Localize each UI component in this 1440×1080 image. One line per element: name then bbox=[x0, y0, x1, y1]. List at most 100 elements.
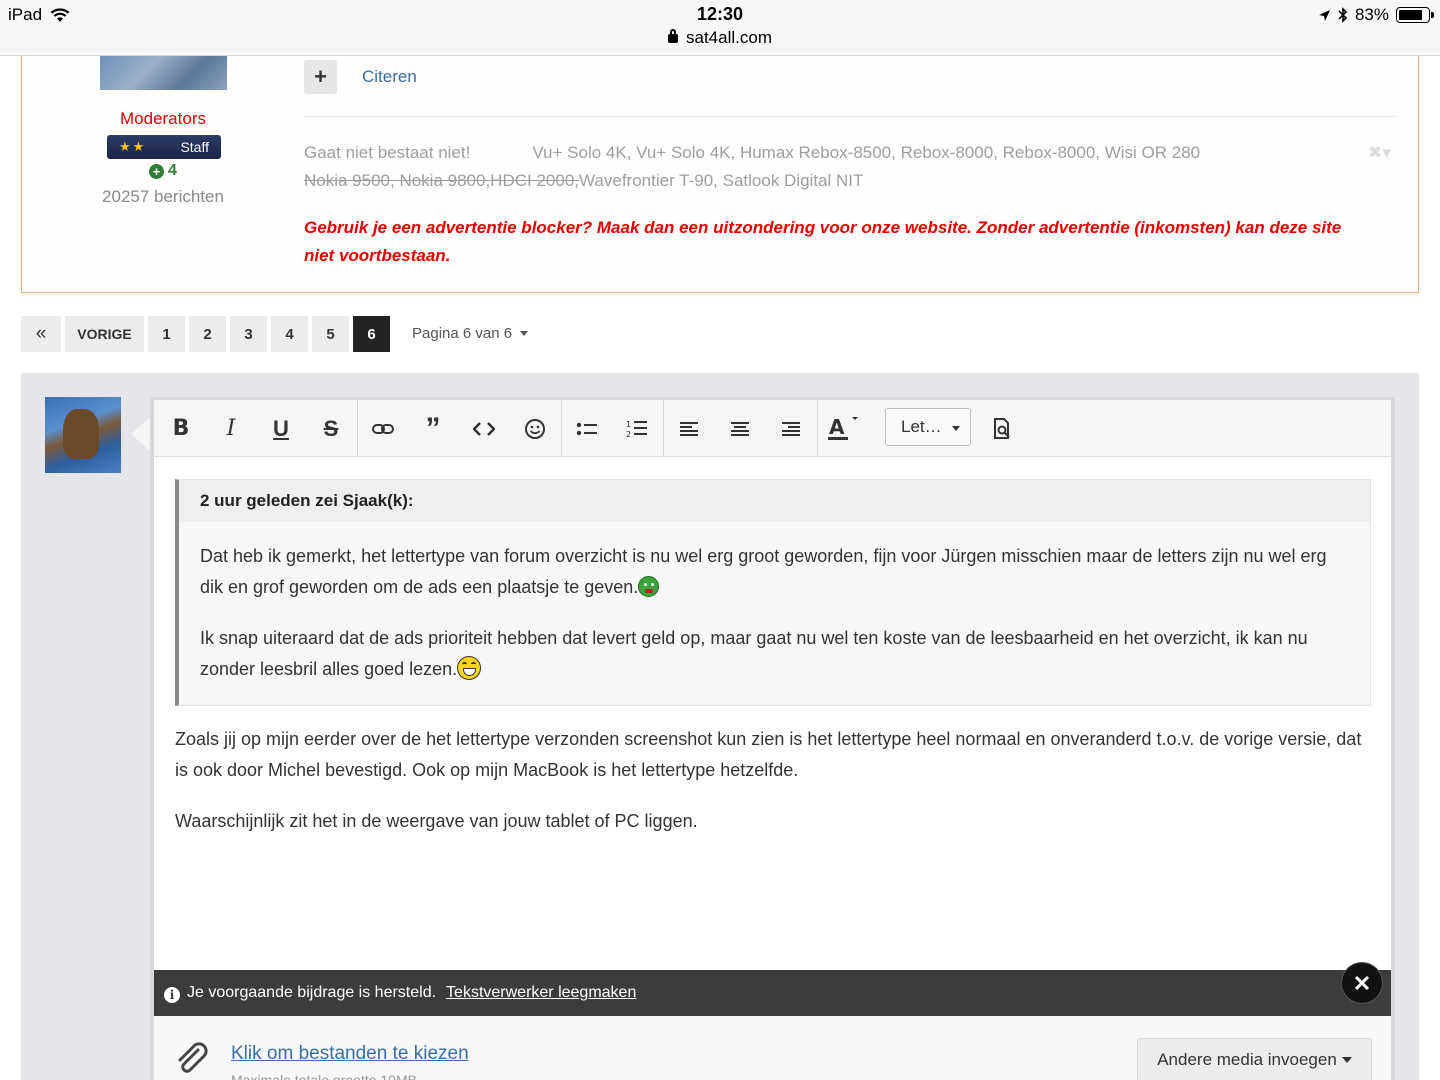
font-color-button[interactable]: A bbox=[818, 400, 868, 457]
insert-media-label: Andere media invoegen bbox=[1157, 1050, 1337, 1069]
editor-content[interactable]: 2 uur geleden zei Sjaak(k): Dat heb ik g… bbox=[154, 457, 1391, 972]
preview-icon bbox=[994, 417, 1010, 439]
signature-hide-icon[interactable]: ✖▾ bbox=[1368, 143, 1391, 163]
restore-notice-bar: i Je voorgaande bijdrage is hersteld. Teks… bbox=[154, 970, 1391, 1016]
clock: 12:30 bbox=[696, 4, 744, 24]
location-arrow-icon bbox=[1318, 9, 1330, 21]
paperclip-icon bbox=[178, 1042, 208, 1073]
author-photo[interactable] bbox=[100, 50, 227, 90]
choose-files-link[interactable]: Klik om bestanden te kiezen bbox=[231, 1043, 469, 1065]
attachment-area: Klik om bestanden te kiezen Maximale tot… bbox=[154, 1016, 1391, 1080]
font-select-label: Let… bbox=[901, 417, 942, 436]
align-right-button[interactable] bbox=[766, 400, 816, 457]
font-family-dropdown[interactable]: Let… bbox=[885, 408, 971, 446]
align-center-icon bbox=[731, 421, 749, 436]
signature-line-1: Gaat niet bestaat niet! Vu+ Solo 4K, Vu+ … bbox=[304, 143, 1200, 163]
quote-block: 2 uur geleden zei Sjaak(k): Dat heb ik g… bbox=[175, 479, 1371, 706]
link-icon bbox=[372, 423, 394, 434]
bulleted-list-button[interactable] bbox=[562, 400, 612, 457]
italic-button[interactable]: I bbox=[206, 400, 256, 457]
svg-text:A: A bbox=[829, 415, 845, 439]
editor-pointer bbox=[131, 417, 150, 451]
reply-paragraph-1: Zoals jij op mijn eerder over de het let… bbox=[175, 729, 1362, 780]
editor-toolbar: B I U S ” 12 A Let… bbox=[154, 400, 1391, 457]
code-icon bbox=[473, 421, 495, 436]
align-left-icon bbox=[680, 421, 698, 436]
underline-button[interactable]: U bbox=[256, 400, 306, 457]
page-5-button[interactable]: 5 bbox=[312, 316, 349, 352]
insert-media-button[interactable]: Andere media invoegen bbox=[1137, 1038, 1372, 1080]
svg-text:1: 1 bbox=[626, 420, 631, 429]
smiley-icon bbox=[525, 418, 545, 439]
signature-receivers: Vu+ Solo 4K, Vu+ Solo 4K, Humax Rebox-85… bbox=[532, 143, 1201, 162]
signature-old-receivers: Nokia 9500, Nokia 9800,HDCI 2000, bbox=[304, 171, 579, 190]
url-text: sat4all.com bbox=[686, 28, 772, 47]
lock-icon bbox=[668, 29, 678, 43]
reputation-value: 4 bbox=[168, 162, 177, 179]
multiquote-button[interactable]: + bbox=[304, 60, 337, 94]
strikethrough-button[interactable]: S bbox=[306, 400, 356, 457]
previous-page-button[interactable]: VORIGE bbox=[65, 316, 144, 352]
close-notice-button[interactable]: ✕ bbox=[1341, 962, 1383, 1004]
number-list-icon: 12 bbox=[626, 420, 647, 439]
align-right-icon bbox=[782, 421, 800, 436]
signature-line-2: Nokia 9500, Nokia 9800,HDCI 2000,Wavefro… bbox=[304, 171, 863, 191]
bold-button[interactable]: B bbox=[156, 400, 206, 457]
reply-area: B I U S ” 12 A Let… 2 uur geleden zei Sj… bbox=[21, 373, 1419, 1080]
staff-badge: ★★ Staff bbox=[107, 135, 221, 159]
close-icon: ✕ bbox=[1352, 971, 1372, 996]
rich-text-editor[interactable]: B I U S ” 12 A Let… 2 uur geleden zei Sj… bbox=[150, 397, 1395, 1080]
post-card: Moderators ★★ Staff +4 20257 berichten +… bbox=[21, 40, 1419, 293]
quote-paragraph-2: Ik snap uiteraard dat de ads prioriteit … bbox=[200, 623, 1350, 685]
svg-text:2: 2 bbox=[626, 430, 631, 439]
reputation: +4 bbox=[62, 162, 264, 180]
divider bbox=[304, 116, 1398, 117]
numbered-list-button[interactable]: 12 bbox=[612, 400, 662, 457]
page-2-button[interactable]: 2 bbox=[189, 316, 226, 352]
post-count: 20257 berichten bbox=[102, 187, 224, 206]
sick-emoji-icon bbox=[638, 576, 660, 597]
user-avatar[interactable] bbox=[45, 397, 121, 473]
quote-text-2: Ik snap uiteraard dat de ads prioriteit … bbox=[200, 628, 1308, 679]
page-6-button[interactable]: 6 bbox=[353, 316, 390, 352]
max-size-note: Maximale totale grootte 10MB bbox=[231, 1072, 417, 1080]
link-button[interactable] bbox=[358, 400, 408, 457]
text-color-icon: A bbox=[828, 415, 858, 440]
info-icon: i bbox=[164, 987, 180, 1003]
first-page-button[interactable]: « bbox=[21, 316, 61, 352]
caret-down-icon bbox=[952, 426, 960, 431]
quote-paragraph-1: Dat heb ik gemerkt, het lettertype van f… bbox=[200, 541, 1350, 603]
signature-motto: Gaat niet bestaat niet! bbox=[304, 143, 471, 162]
adblock-notice: Gebruik je een advertentie blocker? Maak… bbox=[304, 218, 1342, 265]
status-bar: iPad 12:30 sat4all.com 83% bbox=[0, 0, 1440, 56]
bullet-list-icon bbox=[576, 422, 597, 435]
page-3-button[interactable]: 3 bbox=[230, 316, 267, 352]
clear-editor-link[interactable]: Tekstverwerker leegmaken bbox=[446, 984, 636, 1001]
quote-link[interactable]: Citeren bbox=[362, 67, 417, 87]
author-group: Moderators bbox=[120, 109, 206, 128]
battery-percent: 83% bbox=[1354, 5, 1389, 24]
align-left-button[interactable] bbox=[664, 400, 714, 457]
preview-button[interactable] bbox=[978, 400, 1028, 457]
battery-icon bbox=[1396, 7, 1434, 23]
quote-citation: 2 uur geleden zei Sjaak(k): bbox=[179, 480, 1370, 522]
quote-button[interactable]: ” bbox=[408, 400, 458, 457]
emoji-button[interactable] bbox=[510, 400, 560, 457]
caret-down-icon bbox=[520, 331, 529, 336]
page-4-button[interactable]: 4 bbox=[271, 316, 308, 352]
caret-down-icon bbox=[1341, 1057, 1352, 1063]
pagination: « VORIGE 1 2 3 4 5 6 bbox=[21, 316, 390, 352]
bluetooth-icon bbox=[1338, 7, 1348, 23]
code-button[interactable] bbox=[459, 400, 509, 457]
badge-stars: ★★ bbox=[119, 139, 147, 154]
quote-text-1: Dat heb ik gemerkt, het lettertype van f… bbox=[200, 546, 1327, 597]
badge-label: Staff bbox=[180, 139, 209, 155]
reply-paragraph-2: Waarschijnlijk zit het in de weergave va… bbox=[175, 811, 698, 831]
page-jump-dropdown[interactable]: Pagina 6 van 6 bbox=[412, 325, 529, 342]
laugh-emoji-icon bbox=[457, 656, 482, 680]
restore-notice-text: Je voorgaande bijdrage is hersteld. bbox=[187, 984, 437, 1001]
align-center-button[interactable] bbox=[715, 400, 765, 457]
address-bar[interactable]: sat4all.com bbox=[0, 28, 1440, 48]
page-1-button[interactable]: 1 bbox=[148, 316, 185, 352]
quote-marks-icon: ” bbox=[425, 411, 441, 445]
